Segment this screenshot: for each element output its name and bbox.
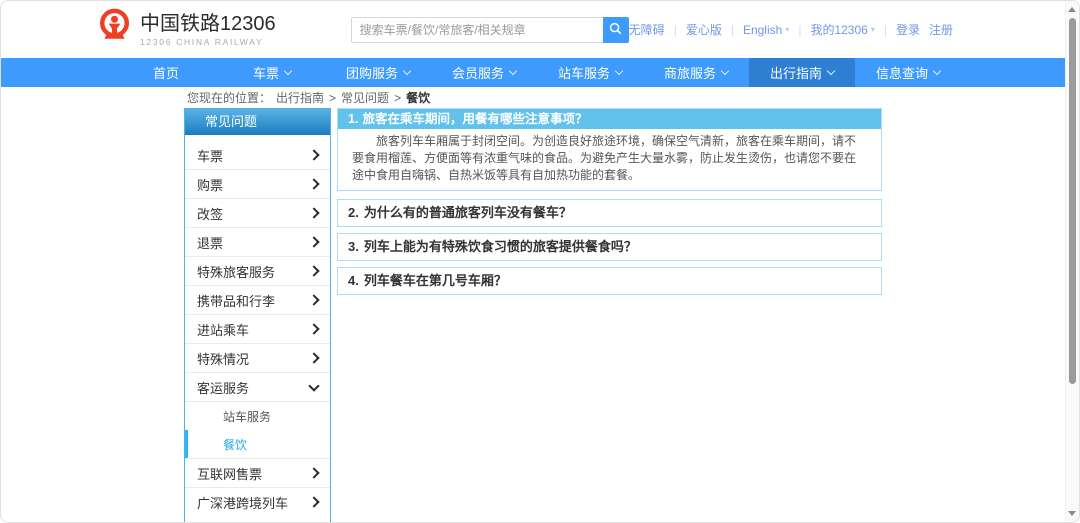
sidebar-item-luggage[interactable]: 携带品和行李: [185, 285, 330, 314]
faq-question-1[interactable]: 1. 旅客在乘车期间，用餐有哪些注意事项？: [338, 109, 881, 129]
faq-item-expanded: 1. 旅客在乘车期间，用餐有哪些注意事项？ 旅客列车车厢属于封闭空间。为创造良好…: [337, 108, 882, 191]
logo-text: 中国铁路12306 12306 CHINA RAILWAY: [140, 13, 276, 47]
link-divider: |: [798, 23, 801, 37]
scroll-up-arrow-icon[interactable]: [1068, 7, 1076, 12]
nav-item-business-travel[interactable]: 商旅服务: [643, 58, 749, 87]
faq-question-2[interactable]: 2. 为什么有的普通旅客列车没有餐车？: [337, 199, 882, 227]
vertical-scrollbar[interactable]: [1065, 1, 1079, 522]
sidebar-item-ticket-purchase[interactable]: 购票: [185, 169, 330, 198]
chevron-down-icon: [721, 67, 729, 75]
scroll-down-arrow-icon[interactable]: [1068, 511, 1076, 516]
breadcrumb-faq[interactable]: 常见问题: [341, 89, 389, 106]
sidebar-title: 常见问题: [185, 109, 330, 135]
faq-question-3[interactable]: 3. 列车上能为有特殊饮食习惯的旅客提供餐食吗？: [337, 233, 882, 261]
nav-item-info-query[interactable]: 信息查询: [855, 58, 961, 87]
breadcrumb-label: 您现在的位置：: [187, 89, 271, 106]
care-version-link[interactable]: 爱心版: [686, 21, 722, 38]
link-divider: |: [884, 23, 887, 37]
chevron-down-icon: [615, 67, 623, 75]
my-12306-link[interactable]: 我的12306▾: [810, 21, 874, 38]
faq-number: 1.: [348, 109, 358, 129]
register-link[interactable]: 注册: [929, 21, 953, 38]
chevron-down-icon: [284, 67, 292, 75]
chevron-down-icon: ▾: [871, 25, 875, 34]
faq-answer-1: 旅客列车车厢属于封闭空间。为创造良好旅途环境，确保空气清新，旅客在乘车期间，请不…: [338, 129, 881, 190]
sidebar-subitem-dining[interactable]: 餐饮: [185, 430, 330, 458]
faq-content: 1. 旅客在乘车期间，用餐有哪些注意事项？ 旅客列车车厢属于封闭空间。为创造良好…: [337, 108, 882, 295]
sidebar-item-gz-sz-hk-cross-border[interactable]: 广深港跨境列车: [185, 487, 330, 516]
chevron-right-icon: [308, 352, 319, 363]
site-logo[interactable]: 中国铁路12306 12306 CHINA RAILWAY: [96, 7, 345, 52]
nav-item-tickets[interactable]: 车票: [219, 58, 325, 87]
chevron-right-icon: [308, 496, 319, 507]
search-icon: [609, 22, 622, 38]
breadcrumb-separator: >: [394, 91, 401, 105]
china-railway-emblem-icon: [96, 7, 133, 52]
breadcrumb-current: 餐饮: [406, 89, 430, 106]
main-area: 常见问题 车票 购票 改签 退票 特殊旅客服务 携带品和行李 进站乘车 特殊情况…: [1, 108, 1065, 523]
faq-question-text: 列车餐车在第几号车厢？: [364, 268, 507, 294]
sidebar-item-internet-ticketing[interactable]: 互联网售票: [185, 458, 330, 487]
nav-item-travel-guide[interactable]: 出行指南: [749, 58, 855, 87]
chevron-right-icon: [308, 178, 319, 189]
nav-item-station-train-service[interactable]: 站车服务: [537, 58, 643, 87]
english-link[interactable]: English▾: [743, 23, 789, 37]
main-nav: 首页 车票 团购服务 会员服务 站车服务 商旅服务 出行指南 信息查询: [1, 58, 1065, 87]
sidebar-item-boarding[interactable]: 进站乘车: [185, 314, 330, 343]
logo-subtitle: 12306 CHINA RAILWAY: [140, 37, 276, 47]
sidebar-subitem-station-train-service[interactable]: 站车服务: [185, 401, 330, 430]
sidebar-list: 车票 购票 改签 退票 特殊旅客服务 携带品和行李 进站乘车 特殊情况 客运服务…: [185, 135, 330, 516]
chevron-right-icon: [308, 236, 319, 247]
sidebar-item-tickets[interactable]: 车票: [185, 141, 330, 169]
chevron-right-icon: [308, 265, 319, 276]
faq-sidebar: 常见问题 车票 购票 改签 退票 特殊旅客服务 携带品和行李 进站乘车 特殊情况…: [184, 108, 331, 523]
sidebar-item-refund[interactable]: 退票: [185, 227, 330, 256]
sidebar-item-special-passenger-service[interactable]: 特殊旅客服务: [185, 256, 330, 285]
search-box: [351, 17, 629, 43]
chevron-right-icon: [308, 467, 319, 478]
chevron-down-icon: [509, 67, 517, 75]
faq-question-4[interactable]: 4. 列车餐车在第几号车厢？: [337, 267, 882, 295]
nav-item-member-service[interactable]: 会员服务: [431, 58, 537, 87]
chevron-down-icon: [308, 380, 319, 391]
faq-question-text: 为什么有的普通旅客列车没有餐车？: [364, 200, 572, 226]
chevron-right-icon: [308, 149, 319, 160]
site-header: 中国铁路12306 12306 CHINA RAILWAY 无障碍: [1, 1, 1065, 58]
link-divider: |: [731, 23, 734, 37]
nav-item-group-service[interactable]: 团购服务: [325, 58, 431, 87]
link-divider: |: [674, 23, 677, 37]
logo-title: 中国铁路12306: [140, 13, 276, 35]
chevron-down-icon: [827, 67, 835, 75]
search-button[interactable]: [603, 17, 629, 43]
faq-number: 2.: [348, 200, 359, 226]
faq-number: 3.: [348, 234, 359, 260]
sidebar-item-special-situations[interactable]: 特殊情况: [185, 343, 330, 372]
sidebar-item-passenger-service[interactable]: 客运服务: [185, 372, 330, 401]
scrollbar-thumb[interactable]: [1069, 18, 1076, 384]
browser-viewport: 中国铁路12306 12306 CHINA RAILWAY 无障碍: [0, 0, 1080, 523]
chevron-down-icon: [403, 67, 411, 75]
breadcrumb: 您现在的位置： 出行指南 > 常见问题 > 餐饮: [1, 87, 1065, 108]
sidebar-item-rebooking[interactable]: 改签: [185, 198, 330, 227]
search-input[interactable]: [351, 17, 603, 43]
accessibility-link[interactable]: 无障碍: [629, 21, 665, 38]
faq-question-text: 旅客在乘车期间，用餐有哪些注意事项？: [362, 109, 587, 129]
faq-question-text: 列车上能为有特殊饮食习惯的旅客提供餐食吗？: [364, 234, 637, 260]
chevron-right-icon: [308, 294, 319, 305]
header-links: 无障碍 | 爱心版 | English▾ | 我的12306▾ | 登录 注册: [629, 21, 953, 38]
chevron-down-icon: ▾: [785, 25, 789, 34]
faq-number: 4.: [348, 268, 359, 294]
chevron-down-icon: [933, 67, 941, 75]
breadcrumb-separator: >: [329, 91, 336, 105]
breadcrumb-travel-guide[interactable]: 出行指南: [276, 89, 324, 106]
login-link[interactable]: 登录: [896, 21, 920, 38]
nav-item-home[interactable]: 首页: [113, 58, 219, 87]
chevron-right-icon: [308, 207, 319, 218]
chevron-right-icon: [308, 323, 319, 334]
page: 中国铁路12306 12306 CHINA RAILWAY 无障碍: [1, 1, 1065, 522]
